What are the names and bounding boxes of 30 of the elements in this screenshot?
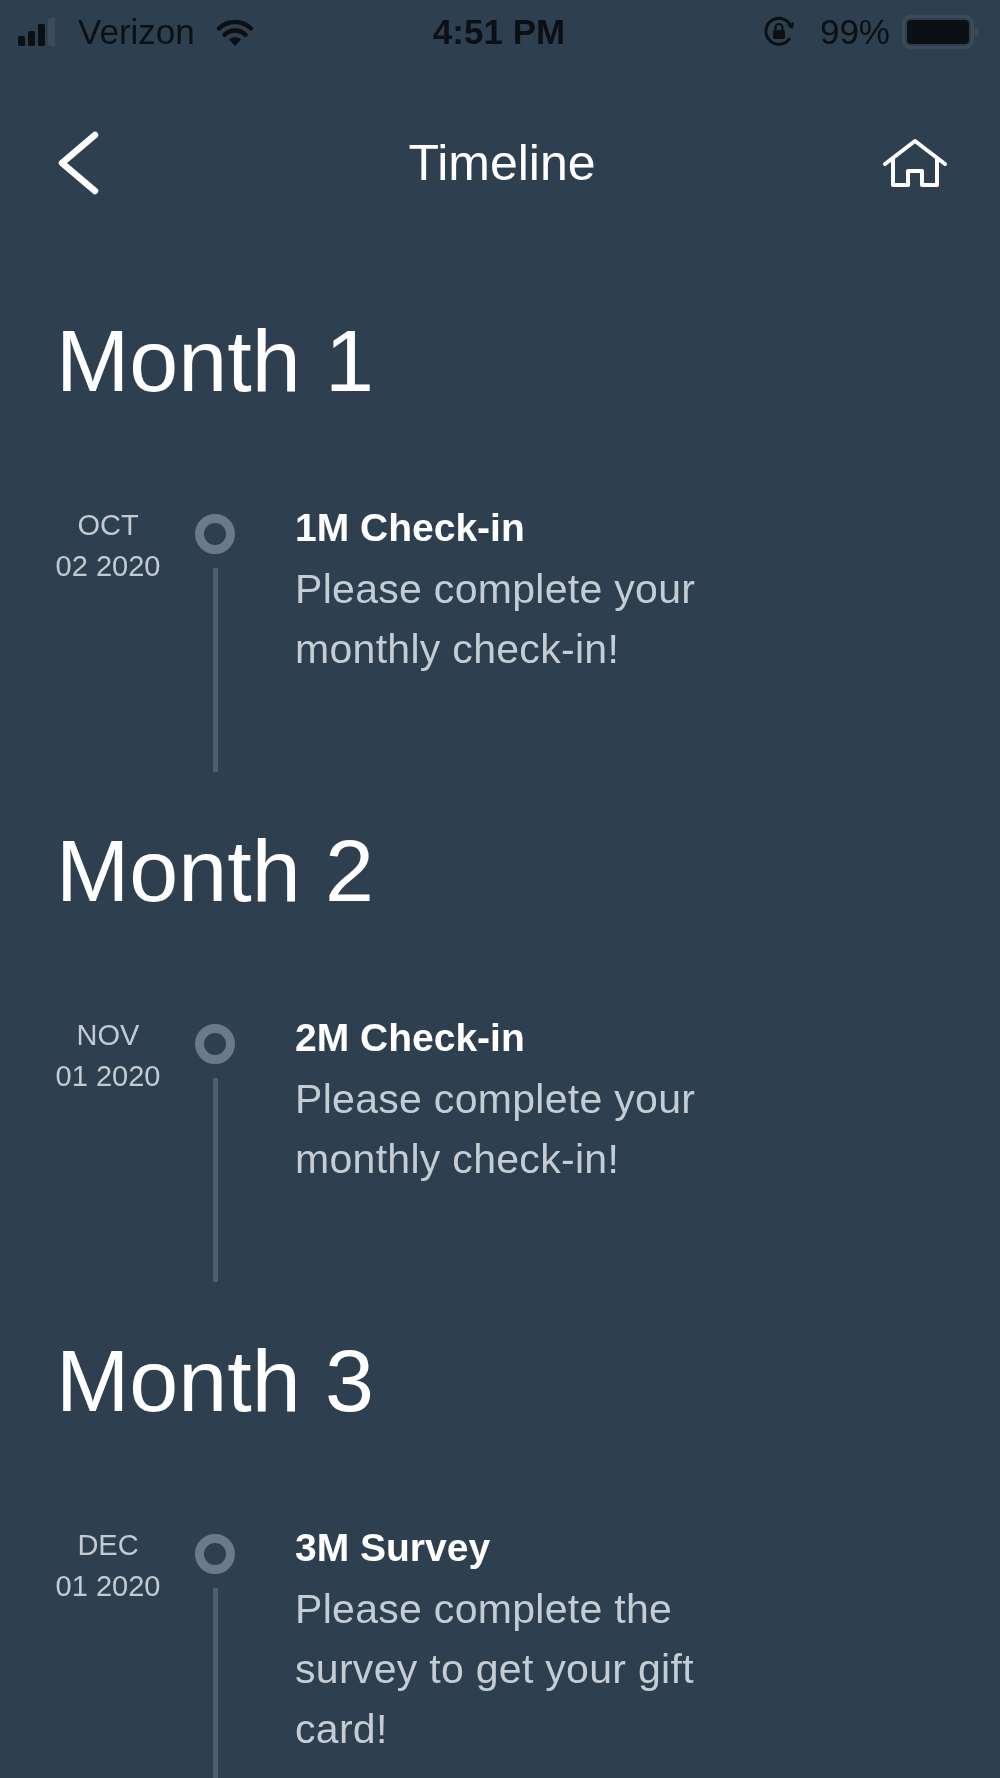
ring-icon: [195, 1534, 235, 1574]
event-description: Please complete the survey to get your gift card!: [295, 1585, 695, 1754]
event-date: 02 2020: [55, 549, 161, 584]
signal-icon: [18, 18, 58, 46]
event-description: Please complete your monthly check-in!: [295, 1075, 697, 1184]
event-date: 01 2020: [55, 1569, 161, 1604]
event-title: 2M Check-in: [295, 1015, 526, 1061]
status-time: 4:51 PM: [432, 10, 566, 53]
event-month: OCT: [77, 508, 139, 543]
month-heading: Month 2: [56, 820, 375, 922]
rotation-lock-icon: [761, 15, 796, 49]
battery-icon: [902, 15, 980, 49]
month-heading: Month 3: [56, 1330, 375, 1432]
home-icon: [882, 138, 948, 188]
home-button[interactable]: [882, 138, 948, 188]
chevron-left-icon: [56, 130, 100, 196]
event-date: 01 2020: [55, 1059, 161, 1094]
back-button[interactable]: [56, 130, 100, 196]
carrier-name: Verizon: [78, 10, 195, 53]
wifi-icon: [214, 17, 255, 47]
ring-icon: [195, 1024, 235, 1064]
event-title: 3M Survey: [295, 1525, 492, 1571]
event-description: Please complete your monthly check-in!: [295, 565, 697, 674]
month-heading: Month 1: [56, 310, 375, 412]
ring-icon: [195, 514, 235, 554]
battery-percent: 99%: [819, 10, 890, 53]
page-title: Timeline: [408, 134, 596, 193]
event-month: DEC: [77, 1528, 139, 1563]
event-title: 1M Check-in: [295, 505, 526, 551]
event-month: NOV: [76, 1018, 140, 1053]
